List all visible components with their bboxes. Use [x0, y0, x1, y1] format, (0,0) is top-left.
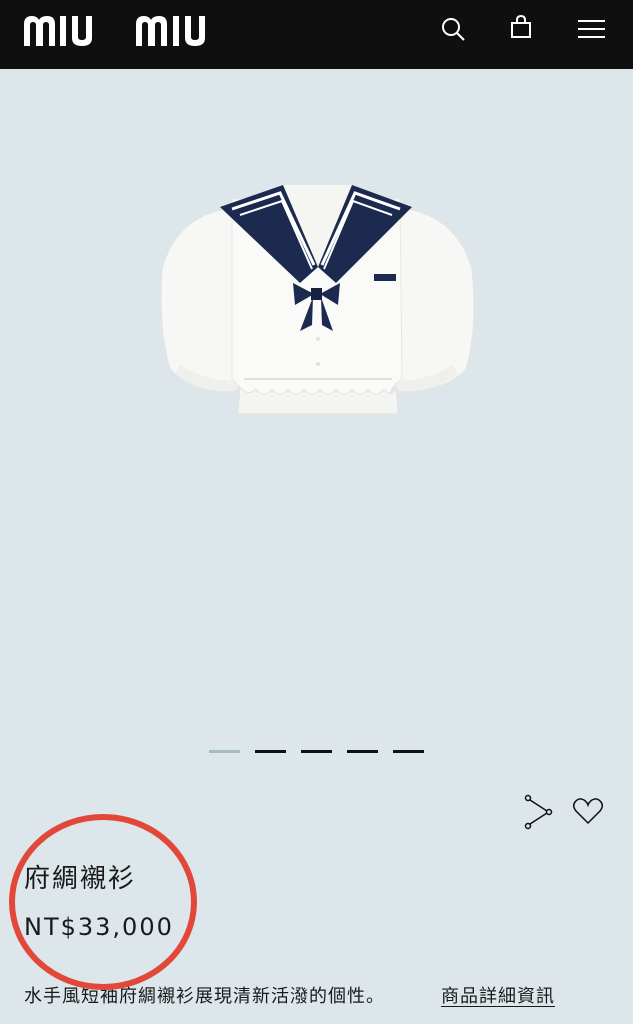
search-icon[interactable]	[436, 12, 472, 48]
product-description: 水手風短袖府綢襯衫展現清新活潑的個性。	[24, 986, 385, 1007]
product-image[interactable]	[0, 69, 633, 769]
carousel-dot-3[interactable]	[301, 750, 332, 753]
share-icon[interactable]	[521, 794, 555, 830]
product-page: 府綢襯衫 NT$33,000 水手風短袖府綢襯衫展現清新活潑的個性。 商品詳細資…	[0, 0, 633, 1024]
product-title: 府綢襯衫	[24, 864, 137, 894]
carousel-dot-2[interactable]	[255, 750, 286, 753]
carousel-dot-5[interactable]	[393, 750, 424, 753]
shopping-bag-icon[interactable]	[503, 12, 539, 48]
product-price: NT$33,000	[24, 913, 174, 941]
carousel-indicators	[0, 746, 633, 758]
sailor-blouse-image	[160, 185, 475, 415]
carousel-dot-4[interactable]	[347, 750, 378, 753]
brand-logo[interactable]	[22, 12, 237, 56]
carousel-dot-1[interactable]	[209, 750, 240, 753]
product-details-link[interactable]: 商品詳細資訊	[441, 982, 555, 1008]
top-nav-bar	[0, 0, 633, 69]
miu-miu-logo-wordmark	[24, 16, 205, 46]
wishlist-heart-icon[interactable]	[571, 794, 605, 830]
menu-icon[interactable]	[574, 12, 610, 48]
